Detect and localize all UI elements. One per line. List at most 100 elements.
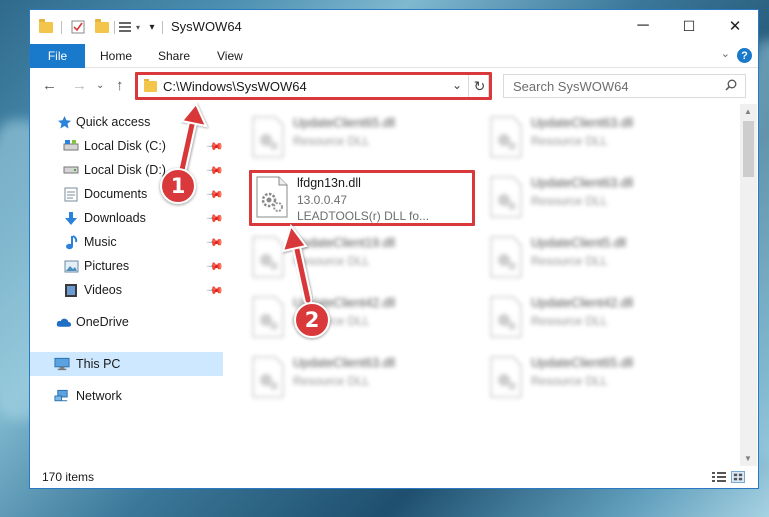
videos-icon	[63, 282, 79, 298]
sidebar-item-onedrive[interactable]: OneDrive	[30, 310, 223, 334]
dll-file-icon	[252, 116, 284, 158]
file-type: Resource DLL	[293, 254, 370, 268]
file-item[interactable]: UpdateClient42.dll Resource DLL	[245, 290, 475, 346]
file-highlight-box	[249, 170, 475, 226]
sidebar-item-videos[interactable]: Videos 📌	[30, 278, 224, 302]
recent-locations-button[interactable]: ⌄	[96, 80, 104, 91]
step-2-badge: 2	[294, 302, 330, 338]
new-folder-icon[interactable]	[94, 18, 110, 35]
scroll-up-arrow[interactable]: ▲	[744, 107, 752, 116]
minimize-button[interactable]: ─	[620, 10, 666, 42]
search-box[interactable]: Search SysWOW64	[503, 74, 746, 98]
network-icon	[54, 388, 70, 404]
dll-file-icon	[490, 116, 522, 158]
navigation-bar: ← → ⌄ ↑ C:\Windows\SysWOW64 ⌄ ↻ Search S…	[30, 68, 758, 104]
quick-access-dropdown[interactable]: ▾	[144, 19, 160, 35]
tab-share[interactable]: Share	[158, 49, 190, 63]
pin-icon: 📌	[205, 281, 224, 300]
file-name: UpdateClient63.dll	[531, 116, 634, 130]
close-button[interactable]: ✕	[712, 10, 758, 42]
tab-home[interactable]: Home	[100, 49, 132, 63]
sidebar-item-quick-access[interactable]: Quick access	[30, 110, 223, 134]
step-1-badge: 1	[160, 168, 196, 204]
pin-icon: 📌	[205, 257, 224, 276]
download-icon	[63, 210, 79, 226]
pin-icon: 📌	[205, 209, 224, 228]
file-item[interactable]: UpdateClient63.dll Resource DLL	[483, 110, 713, 166]
properties-icon[interactable]	[70, 19, 86, 35]
address-highlight-box	[135, 72, 492, 100]
star-icon	[56, 114, 72, 130]
file-type: Resource DLL	[531, 194, 608, 208]
dll-file-icon	[490, 176, 522, 218]
vertical-scrollbar[interactable]: ▲ ▼	[740, 104, 757, 466]
sidebar-item-label: Documents	[84, 187, 148, 201]
file-item[interactable]: UpdateClient5.dll Resource DLL	[483, 230, 713, 286]
pictures-icon	[63, 258, 79, 274]
sidebar-item-pictures[interactable]: Pictures 📌	[30, 254, 224, 278]
divider	[61, 21, 62, 34]
file-type: Resource DLL	[531, 254, 608, 268]
drive-icon	[63, 138, 79, 154]
details-view-icon[interactable]	[712, 471, 726, 483]
dll-file-icon	[252, 296, 284, 338]
help-icon[interactable]: ?	[737, 48, 752, 63]
scroll-thumb[interactable]	[743, 121, 754, 177]
divider	[114, 21, 115, 34]
sidebar-item-label: Music	[84, 235, 117, 249]
file-name: UpdateClient19.dll	[293, 236, 396, 250]
file-item[interactable]: UpdateClient19.dll Resource DLL	[245, 230, 475, 286]
scroll-down-arrow[interactable]: ▼	[744, 454, 752, 463]
file-type: Resource DLL	[293, 374, 370, 388]
sidebar-item-label: Downloads	[84, 211, 146, 225]
file-item[interactable]: UpdateClient65.dll Resource DLL	[483, 350, 713, 406]
computer-icon	[54, 356, 70, 372]
sidebar-item-label: Local Disk (C:)	[84, 139, 166, 153]
file-type: Resource DLL	[531, 314, 608, 328]
file-type: Resource DLL	[531, 374, 608, 388]
pin-icon: 📌	[205, 161, 224, 180]
sidebar-item-network[interactable]: Network	[30, 384, 223, 408]
tiles-view-icon[interactable]	[731, 471, 745, 483]
item-count: 170 items	[42, 470, 95, 484]
sidebar-item-music[interactable]: Music 📌	[30, 230, 224, 254]
file-explorer-window: ▾ ▾ SysWOW64 ─ ☐ ✕ File Home Share View …	[29, 9, 759, 489]
search-input[interactable]: Search SysWOW64	[513, 79, 629, 94]
file-name: UpdateClient63.dll	[531, 176, 634, 190]
dll-file-icon	[252, 356, 284, 398]
ribbon-collapse-icon[interactable]: ⌄	[721, 47, 730, 60]
maximize-button[interactable]: ☐	[666, 10, 712, 42]
sidebar-item-local-disk-c[interactable]: Local Disk (C:) 📌	[30, 134, 224, 158]
drive-icon	[63, 162, 79, 178]
file-item[interactable]: UpdateClient63.dll Resource DLL	[245, 350, 475, 406]
file-list: UpdateClient65.dll Resource DLL lfdgn13n…	[235, 104, 740, 466]
window-title: SysWOW64	[171, 19, 242, 34]
file-item[interactable]: UpdateClient42.dll Resource DLL	[483, 290, 713, 346]
pin-icon: 📌	[205, 185, 224, 204]
cloud-icon	[56, 314, 72, 330]
forward-button[interactable]: →	[72, 77, 87, 94]
title-bar: ▾ ▾ SysWOW64 ─ ☐ ✕	[30, 10, 758, 44]
dll-file-icon	[490, 356, 522, 398]
back-button[interactable]: ←	[42, 77, 57, 94]
sidebar-item-downloads[interactable]: Downloads 📌	[30, 206, 224, 230]
file-name: UpdateClient5.dll	[531, 236, 627, 250]
tab-view[interactable]: View	[217, 49, 243, 63]
file-name: UpdateClient65.dll	[293, 116, 396, 130]
sidebar-item-label: Local Disk (D:)	[84, 163, 166, 177]
dll-file-icon	[490, 296, 522, 338]
search-icon[interactable]	[725, 79, 737, 91]
sidebar-item-this-pc[interactable]: This PC	[30, 352, 223, 376]
pin-icon: 📌	[205, 137, 224, 156]
file-name: UpdateClient63.dll	[293, 356, 396, 370]
sidebar-item-label: Quick access	[76, 115, 151, 129]
file-item[interactable]: UpdateClient63.dll Resource DLL	[483, 170, 713, 226]
status-bar: 170 items	[30, 466, 758, 488]
sidebar-item-label: Network	[76, 389, 122, 403]
file-name: UpdateClient65.dll	[531, 356, 634, 370]
file-type: Resource DLL	[531, 134, 608, 148]
sidebar-item-label: This PC	[76, 357, 121, 371]
up-button[interactable]: ↑	[116, 77, 124, 94]
file-item[interactable]: UpdateClient65.dll Resource DLL	[245, 110, 475, 166]
tab-file[interactable]: File	[30, 44, 85, 68]
